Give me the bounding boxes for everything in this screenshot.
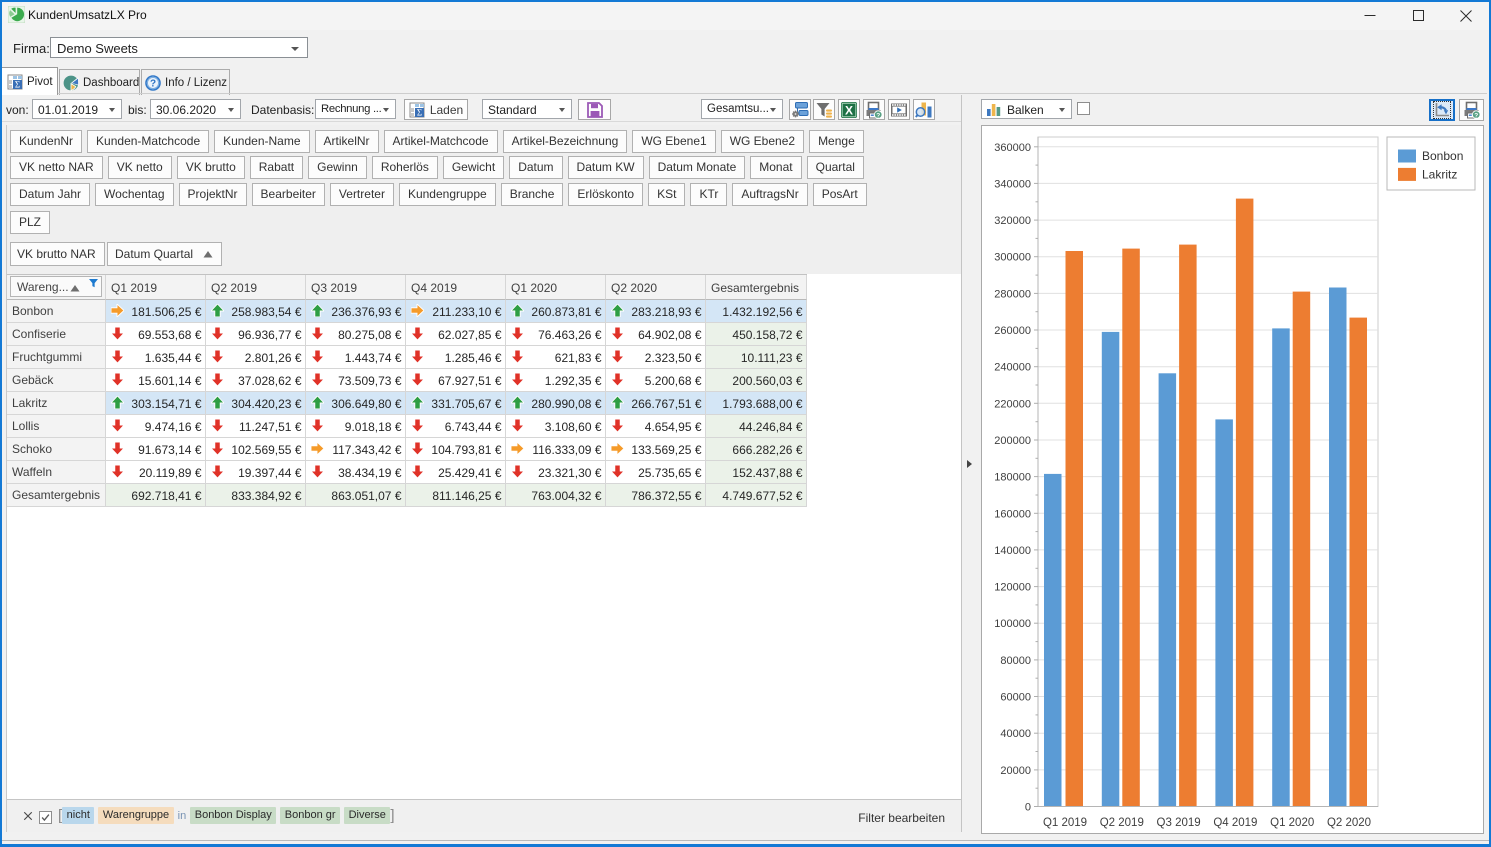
svg-text:340000: 340000 <box>994 178 1031 190</box>
svg-text:Q2 2019: Q2 2019 <box>1100 817 1144 829</box>
svg-text:260000: 260000 <box>994 325 1031 337</box>
svg-text:280000: 280000 <box>994 288 1031 300</box>
svg-text:180000: 180000 <box>994 472 1031 484</box>
svg-text:320000: 320000 <box>994 215 1031 227</box>
svg-text:?: ? <box>150 78 156 89</box>
svg-text:Q1 2020: Q1 2020 <box>1270 817 1314 829</box>
svg-text:Q2 2020: Q2 2020 <box>1327 817 1371 829</box>
svg-text:Σ: Σ <box>15 79 20 89</box>
svg-text:X: X <box>845 103 853 117</box>
svg-text:200000: 200000 <box>994 435 1031 447</box>
svg-text:Bonbon: Bonbon <box>1422 149 1463 163</box>
svg-text:60000: 60000 <box>1000 692 1031 704</box>
svg-text:100000: 100000 <box>994 618 1031 630</box>
svg-text:300000: 300000 <box>994 252 1031 264</box>
svg-text:Lakritz: Lakritz <box>1422 168 1457 182</box>
svg-text:Q3 2019: Q3 2019 <box>1157 817 1201 829</box>
svg-text:220000: 220000 <box>994 398 1031 410</box>
svg-text:40000: 40000 <box>1000 728 1031 740</box>
svg-text:240000: 240000 <box>994 362 1031 374</box>
svg-text:Q1 2019: Q1 2019 <box>1043 817 1087 829</box>
svg-text:Σ: Σ <box>417 107 422 117</box>
svg-text:?: ? <box>876 112 880 119</box>
svg-text:?: ? <box>1474 112 1478 119</box>
svg-text:120000: 120000 <box>994 582 1031 594</box>
svg-text:160000: 160000 <box>994 508 1031 520</box>
svg-text:360000: 360000 <box>994 142 1031 154</box>
svg-text:140000: 140000 <box>994 545 1031 557</box>
svg-text:Q4 2019: Q4 2019 <box>1213 817 1257 829</box>
svg-text:0: 0 <box>1025 802 1031 814</box>
svg-text:20000: 20000 <box>1000 765 1031 777</box>
svg-text:80000: 80000 <box>1000 655 1031 667</box>
